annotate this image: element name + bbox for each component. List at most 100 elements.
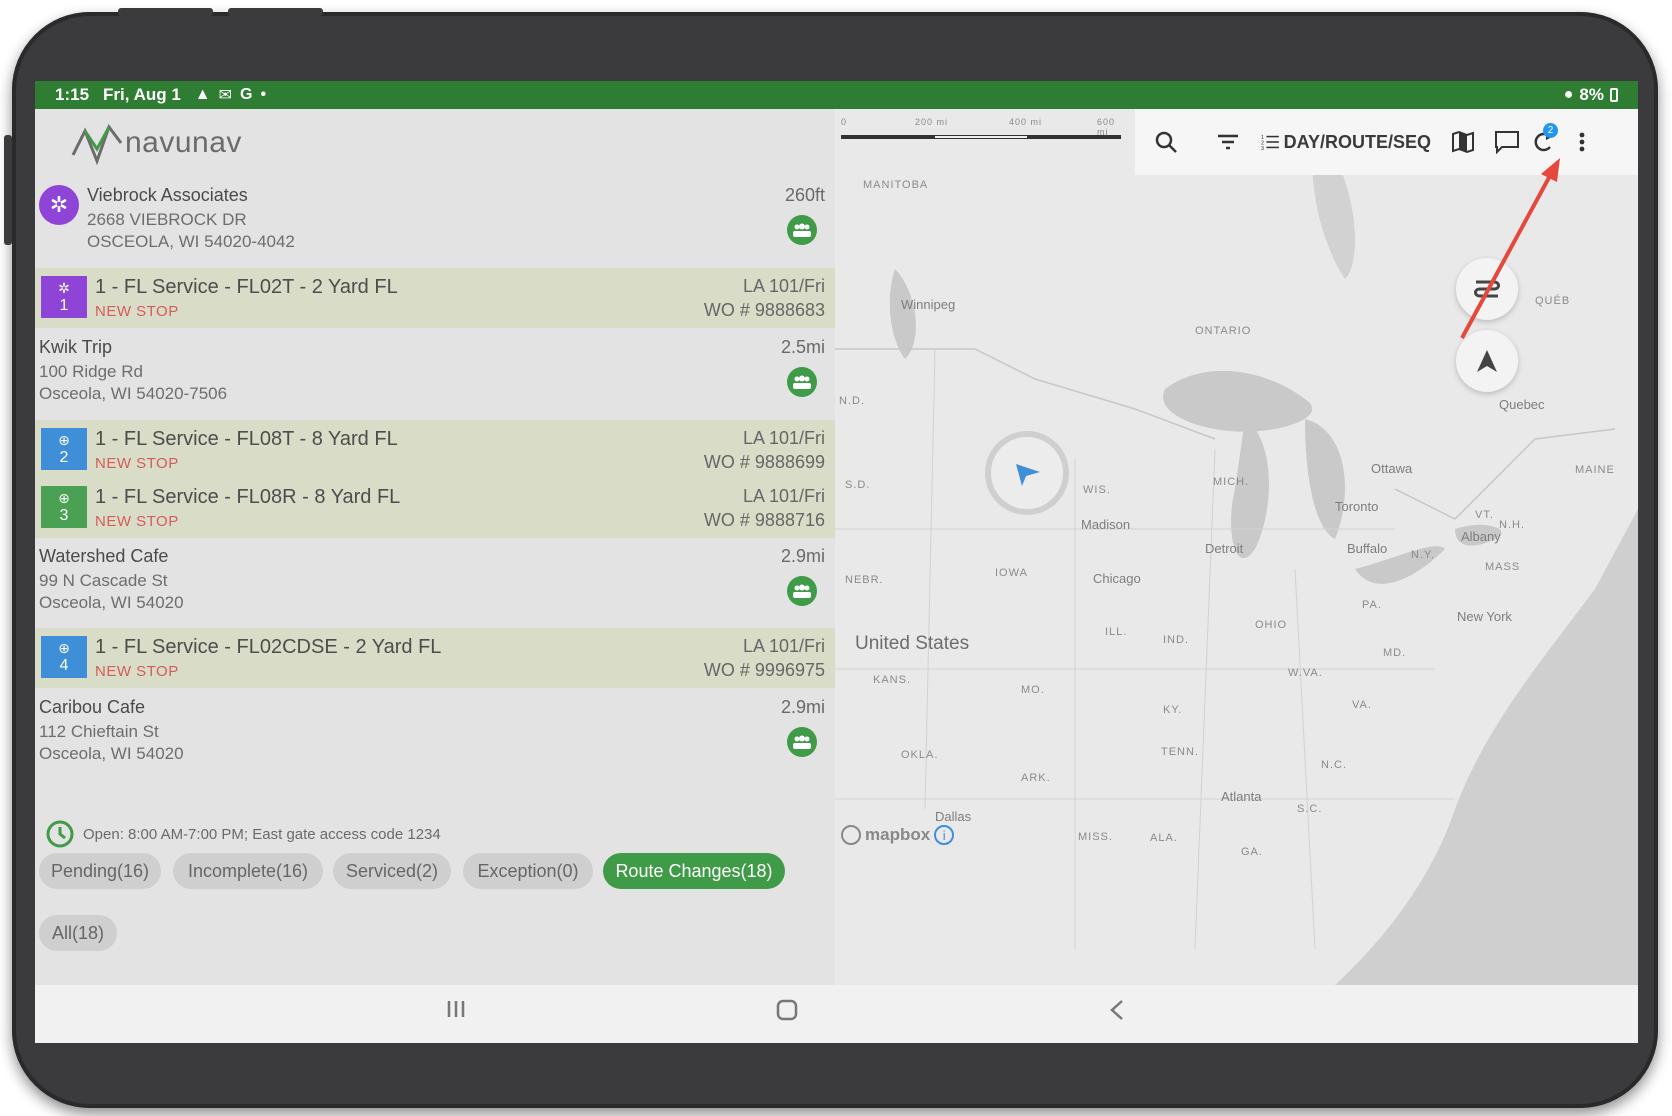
- list-item[interactable]: ✲ Viebrock Associates 2668 VIEBROCK DR O…: [35, 181, 835, 263]
- service-status: NEW STOP: [95, 455, 179, 472]
- stop-name: Watershed Cafe: [39, 546, 169, 566]
- stop-name: Kwik Trip: [39, 337, 113, 357]
- region-label: VA.: [1352, 699, 1372, 711]
- search-icon: [1155, 131, 1177, 153]
- region-label: MICH.: [1213, 476, 1250, 488]
- region-label: QUÉB: [1535, 295, 1571, 307]
- mapbox-text: mapbox: [865, 825, 931, 844]
- region-label: S.C.: [1297, 803, 1323, 815]
- region-label: ILL.: [1105, 626, 1128, 638]
- stop-address-line1: 2668 VIEBROCK DR: [87, 210, 247, 229]
- service-status: NEW STOP: [95, 513, 179, 530]
- stop-address-line2: Osceola, WI 54020: [39, 593, 184, 612]
- region-label: KANS.: [873, 674, 912, 686]
- list-item[interactable]: Kwik Trip 100 Ridge Rd Osceola, WI 54020…: [35, 333, 835, 415]
- service-route-day: LA 101/Fri: [742, 276, 825, 296]
- filter-all[interactable]: All(18): [39, 915, 117, 951]
- region-label: ONTARIO: [1195, 325, 1252, 337]
- stop-address-line2: OSCEOLA, WI 54020-4042: [87, 232, 295, 251]
- service-status: NEW STOP: [95, 663, 179, 680]
- battery-level: 8%: [1579, 85, 1604, 104]
- logo-text: navunav: [125, 126, 242, 159]
- service-item[interactable]: ⊕ 2 1 - FL Service - FL08T - 8 Yard FL N…: [35, 420, 835, 478]
- recenter-button[interactable]: [1456, 330, 1518, 392]
- mail-icon: ✉: [218, 87, 233, 104]
- stop-distance: 2.5mi: [780, 337, 825, 357]
- filter-route-changes[interactable]: Route Changes(18): [603, 853, 785, 889]
- clock-icon: [46, 820, 74, 848]
- scale-label: 600 mi: [1097, 117, 1116, 137]
- list-item[interactable]: Watershed Cafe 99 N Cascade St Osceola, …: [35, 542, 835, 624]
- city-label: Dallas: [935, 809, 972, 824]
- filter-exception[interactable]: Exception(0): [463, 853, 593, 889]
- status-time: 1:15: [55, 85, 90, 104]
- service-type-icon: ✲: [58, 280, 70, 296]
- notification-badge: 2: [1543, 123, 1558, 138]
- map-attribution: mapbox i: [841, 825, 955, 845]
- filter-pending[interactable]: Pending(16): [39, 853, 161, 889]
- region-label: MO.: [1021, 684, 1045, 696]
- service-item[interactable]: ✲ 1 1 - FL Service - FL02T - 2 Yard FL N…: [35, 268, 835, 328]
- region-label: ALA.: [1150, 832, 1178, 844]
- region-label: ARK.: [1021, 772, 1051, 784]
- list-item[interactable]: Caribou Cafe 112 Chieftain St Osceola, W…: [35, 693, 835, 775]
- service-title: 1 - FL Service - FL08R - 8 Yard FL: [95, 486, 401, 508]
- sequence-number: 1: [59, 297, 69, 314]
- navigation-arrow-icon: [1016, 464, 1040, 486]
- route-optimize-button[interactable]: [1456, 258, 1518, 320]
- service-work-order: WO # 9996975: [703, 660, 825, 680]
- map-toggle-button[interactable]: [1443, 109, 1483, 175]
- google-icon: G: [240, 86, 253, 103]
- sequence-badge: ⊕ 3: [41, 486, 87, 528]
- region-label: KY.: [1163, 704, 1183, 716]
- city-label: Albany: [1461, 529, 1501, 544]
- navigation-icon: ▲: [194, 86, 211, 103]
- stop-name: Viebrock Associates: [87, 185, 248, 205]
- map-view[interactable]: 0 200 mi 400 mi 600 mi MANITOBA ONTARIO …: [835, 109, 1638, 985]
- contacts-icon[interactable]: [787, 367, 817, 397]
- stop-distance: 2.9mi: [780, 546, 825, 566]
- region-label: MAINE: [1575, 464, 1615, 476]
- region-label: GA.: [1241, 846, 1263, 858]
- service-title: 1 - FL Service - FL08T - 8 Yard FL: [95, 428, 398, 450]
- sequence-number: 4: [59, 657, 69, 674]
- contacts-icon[interactable]: [787, 727, 817, 757]
- info-icon[interactable]: i: [934, 825, 955, 845]
- contacts-icon[interactable]: [787, 576, 817, 606]
- messages-button[interactable]: [1487, 109, 1527, 175]
- stop-address-line2: Osceola, WI 54020-7506: [39, 384, 228, 403]
- filter-serviced[interactable]: Serviced(2): [333, 853, 451, 889]
- stop-address-line2: Osceola, WI 54020: [39, 744, 184, 763]
- stop-address-line1: 100 Ridge Rd: [39, 362, 143, 381]
- service-item[interactable]: ⊕ 4 1 - FL Service - FL02CDSE - 2 Yard F…: [35, 628, 835, 688]
- compass-arrow-icon: [1477, 350, 1497, 372]
- region-label: IOWA: [995, 567, 1028, 579]
- sequence-number: 2: [59, 449, 69, 466]
- region-label: PA.: [1362, 599, 1382, 611]
- service-type-icon: ⊕: [58, 432, 70, 448]
- stop-distance: 2.9mi: [780, 697, 825, 717]
- back-button[interactable]: [1109, 999, 1125, 1027]
- home-button[interactable]: [776, 999, 798, 1027]
- region-label: VT.: [1475, 509, 1494, 521]
- region-label: NEBR.: [845, 574, 884, 586]
- service-work-order: WO # 9888716: [703, 510, 825, 530]
- sort-button[interactable]: 1 2 3 DAY/ROUTE/SEQ: [1261, 109, 1431, 175]
- filter-icon: [1218, 134, 1238, 150]
- current-location-marker[interactable]: [985, 431, 1069, 515]
- city-label: Atlanta: [1221, 789, 1262, 804]
- filter-incomplete[interactable]: Incomplete(16): [173, 853, 323, 889]
- service-item[interactable]: ⊕ 3 1 - FL Service - FL08R - 8 Yard FL N…: [35, 478, 835, 536]
- navunav-logo-icon: [71, 123, 123, 165]
- region-label: IND.: [1163, 634, 1189, 646]
- scale-bar-segment: [935, 136, 1027, 138]
- service-type-icon: ⊕: [58, 640, 70, 656]
- filter-button[interactable]: [1205, 109, 1251, 175]
- contacts-icon[interactable]: [787, 215, 817, 245]
- search-button[interactable]: [1143, 109, 1189, 175]
- more-menu-button[interactable]: [1567, 109, 1597, 175]
- sync-button[interactable]: 2: [1523, 109, 1563, 175]
- recent-apps-button[interactable]: [445, 999, 467, 1025]
- region-label: MD.: [1383, 647, 1407, 659]
- service-type-icon: ⊕: [58, 490, 70, 506]
